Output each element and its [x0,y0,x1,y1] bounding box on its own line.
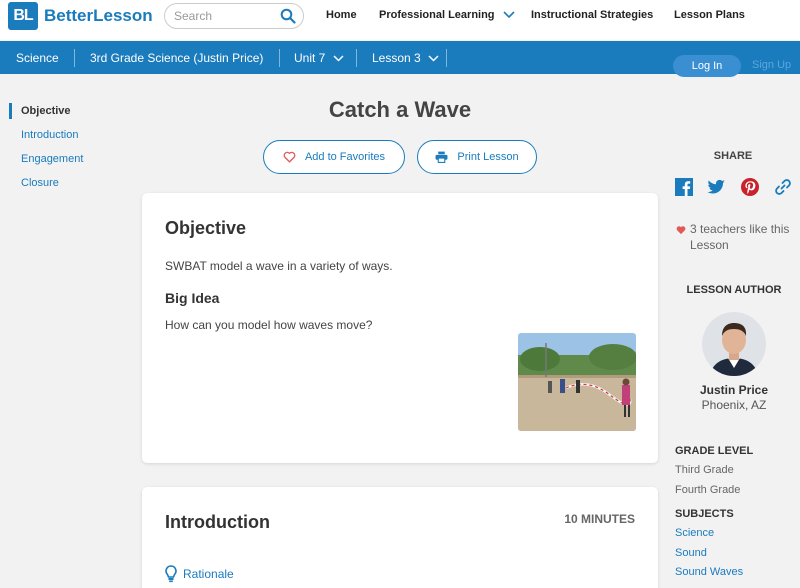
rationale-link[interactable]: Rationale [165,565,234,583]
chevron-down-icon [333,55,344,62]
add-to-favorites-button[interactable]: Add to Favorites [263,140,405,174]
logo[interactable]: BL BetterLesson [8,2,153,30]
objective-text: SWBAT model a wave in a variety of ways. [165,259,393,273]
author-avatar[interactable] [702,312,766,376]
signup-link[interactable]: Sign Up [752,59,791,71]
toc-item-engagement[interactable]: Engagement [21,153,83,165]
lesson-author-heading: LESSON AUTHOR [686,284,782,296]
divider [74,49,75,67]
search-icon[interactable] [280,8,296,24]
logo-mark: BL [8,2,38,30]
page-title: Catch a Wave [328,97,472,122]
chevron-down-icon [503,11,515,19]
toc-item-introduction[interactable]: Introduction [21,129,78,141]
nav-professional-learning-label: Professional Learning [379,9,495,21]
logo-text: BetterLesson [44,6,153,25]
toc-item-objective[interactable]: Objective [21,105,71,117]
print-lesson-label: Print Lesson [457,151,519,163]
nav-instructional-strategies[interactable]: Instructional Strategies [531,9,653,21]
lesson-photo[interactable] [518,333,636,431]
print-lesson-button[interactable]: Print Lesson [417,140,537,174]
big-idea-text: How can you model how waves move? [165,318,373,332]
toc-item-closure[interactable]: Closure [21,177,59,189]
facebook-icon[interactable] [674,177,694,197]
breadcrumb-unit-label: Unit 7 [294,51,326,65]
pinterest-icon[interactable] [740,177,760,197]
objective-heading: Objective [165,218,247,238]
printer-icon [435,151,448,163]
likes-count: 3 teachers like this Lesson [676,221,798,253]
subject-link[interactable]: Sound [675,547,707,559]
top-header: BL BetterLesson Home Professional Learni… [0,0,800,40]
big-idea-heading: Big Idea [165,290,220,306]
lightbulb-icon [165,565,177,583]
breadcrumb-unit[interactable]: Unit 7 [294,51,344,65]
introduction-card: Introduction 10 MINUTES Rationale [142,487,658,588]
heart-icon [676,226,686,234]
breadcrumb-course[interactable]: 3rd Grade Science (Justin Price) [90,51,263,65]
likes-line-2: Lesson [690,238,729,252]
likes-line-1: 3 teachers like this [690,222,790,236]
introduction-heading: Introduction [165,512,270,532]
subject-link[interactable]: Sound Waves [675,566,743,578]
chevron-down-icon [428,55,439,62]
objective-card: Objective SWBAT model a wave in a variet… [142,193,658,463]
grade-level-heading: GRADE LEVEL [675,445,754,457]
search-input[interactable] [174,9,274,23]
nav-lesson-plans[interactable]: Lesson Plans [674,9,745,21]
divider [446,49,447,67]
author-name[interactable]: Justin Price [676,383,792,397]
search-box [164,3,304,29]
nav-professional-learning[interactable]: Professional Learning [379,9,515,21]
rationale-label: Rationale [183,567,234,581]
share-heading: SHARE [713,150,753,162]
twitter-icon[interactable] [706,177,726,197]
divider [279,49,280,67]
author-location: Phoenix, AZ [701,398,767,412]
nav-home[interactable]: Home [326,9,357,21]
grade-item: Fourth Grade [675,484,741,496]
breadcrumb-lesson-label: Lesson 3 [372,51,421,65]
breadcrumb-lesson[interactable]: Lesson 3 [372,51,439,65]
heart-icon [283,151,296,163]
link-icon[interactable] [773,177,793,197]
breadcrumb-science[interactable]: Science [16,51,59,65]
duration-label: 10 MINUTES [564,512,635,526]
subject-link[interactable]: Science [675,527,714,539]
add-to-favorites-label: Add to Favorites [304,151,386,163]
login-button[interactable]: Log In [673,55,741,77]
toc-active-indicator [9,103,12,119]
divider [356,49,357,67]
grade-item: Third Grade [675,464,734,476]
subjects-heading: SUBJECTS [675,508,734,520]
